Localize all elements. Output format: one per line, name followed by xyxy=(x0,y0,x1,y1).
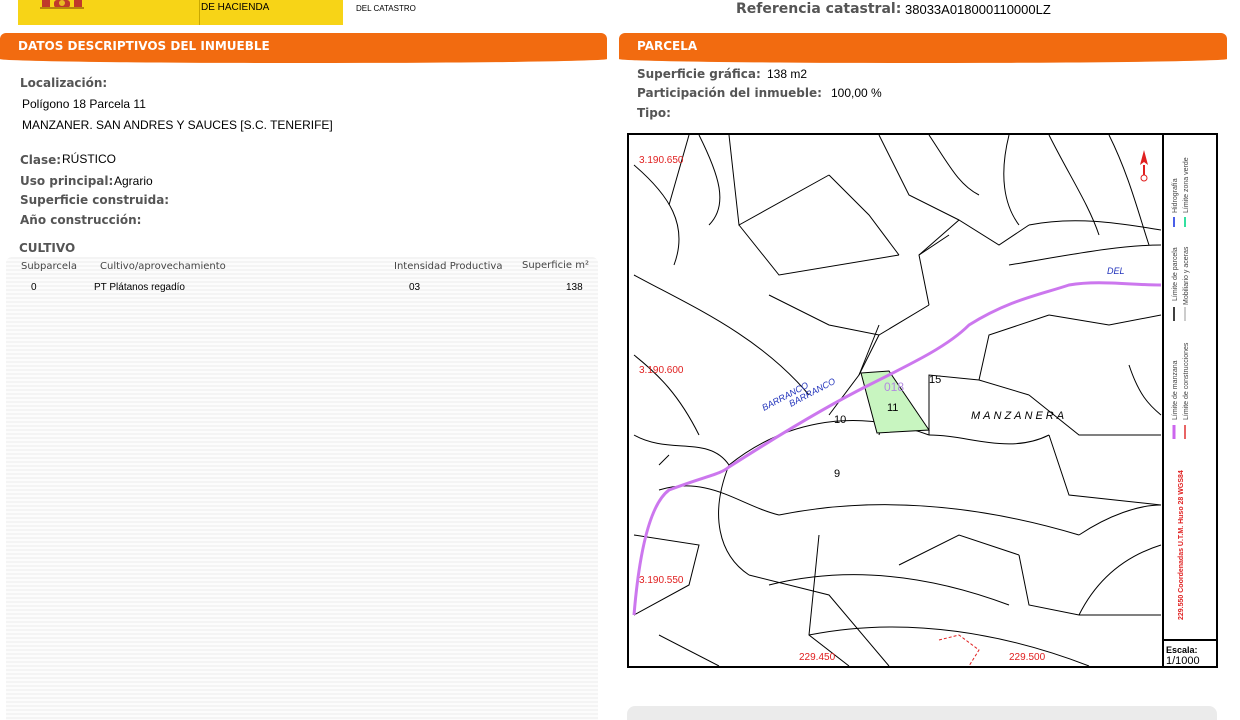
legend-mobiliario: Mobiliario y aceras xyxy=(1183,246,1190,305)
y-coord-label-2: 3.190.600 xyxy=(639,365,684,376)
y-coord-label-3: 3.190.550 xyxy=(639,575,684,586)
localizacion-line1: Polígono 18 Parcela 11 xyxy=(22,97,146,111)
cell-cultivo: PT Plátanos regadío xyxy=(94,282,185,293)
superficie-grafica-value: 138 m2 xyxy=(767,67,808,81)
anio-construccion-label: Año construcción: xyxy=(20,213,142,227)
localizacion-line2: MANZANER. SAN ANDRES Y SAUCES [S.C. TENE… xyxy=(22,118,333,132)
north-arrow-icon xyxy=(1140,150,1148,182)
scale-label: Escala: xyxy=(1166,645,1198,655)
cell-intensidad: 03 xyxy=(409,282,421,293)
table-header-subparcela: Subparcela xyxy=(21,261,77,272)
parcela-header-underline xyxy=(619,59,1227,63)
government-header-block: DE HACIENDA xyxy=(18,0,343,25)
clase-label: Clase: xyxy=(20,153,62,167)
legend-hidrografia: Hidrografía xyxy=(1172,178,1179,213)
polygon-number-label: 018 xyxy=(884,380,904,394)
block-boundary-line xyxy=(632,281,1162,616)
superficie-construida-label: Superficie construida: xyxy=(20,193,170,207)
x-coord-label-2: 229.500 xyxy=(1009,652,1046,663)
table-header-cultivo: Cultivo/aprovechamiento xyxy=(100,261,226,272)
x-coord-label-1: 229.450 xyxy=(799,652,836,663)
scale-value: 1/1000 xyxy=(1166,655,1200,667)
scale-box-divider xyxy=(1162,639,1216,641)
map-drawing: 3.190.650 3.190.600 3.190.550 229.450 22… xyxy=(632,135,1162,666)
tipo-label: Tipo: xyxy=(637,106,671,120)
cultivo-title: CULTIVO xyxy=(19,241,76,255)
map-legend: Hidrografía Límite zona verde Límite de … xyxy=(1172,157,1190,620)
table-header-superficie: Superficie m² xyxy=(522,260,589,271)
header-divider xyxy=(199,0,200,25)
y-coord-label-1: 3.190.650 xyxy=(639,155,684,166)
cell-subparcela: 0 xyxy=(31,282,37,293)
cultivo-table: Subparcela Cultivo/aprovechamiento Inten… xyxy=(6,257,598,720)
legend-construcciones: Límite de construcciones xyxy=(1183,342,1190,420)
uso-principal-value: Agrario xyxy=(114,174,153,188)
descriptive-data-header-underline xyxy=(0,59,607,63)
parcel-number-11: 11 xyxy=(887,402,898,414)
ministry-text: DE HACIENDA xyxy=(201,2,270,13)
footer-note-box xyxy=(627,706,1217,720)
cadastral-map: 3.190.650 3.190.600 3.190.550 229.450 22… xyxy=(627,133,1218,668)
parcel-number-15: 15 xyxy=(929,374,941,386)
participacion-label: Participación del inmueble: xyxy=(637,86,822,100)
reference-label: Referencia catastral: xyxy=(736,1,902,17)
reference-value: 38033A018000110000LZ xyxy=(905,2,1051,17)
legend-limite-parcela: Límite de parcela xyxy=(1172,247,1179,301)
coat-of-arms-icon xyxy=(40,0,84,9)
parcel-number-10: 10 xyxy=(834,414,846,426)
superficie-grafica-label: Superficie gráfica: xyxy=(637,67,761,81)
stream-label-3: DEL xyxy=(1107,266,1125,276)
parcel-number-9: 9 xyxy=(834,468,840,480)
legend-zona-verde: Límite zona verde xyxy=(1183,157,1190,213)
descriptive-data-header: DATOS DESCRIPTIVOS DEL INMUEBLE xyxy=(0,33,607,59)
legend-limite-manzana: Límite de manzana xyxy=(1172,360,1179,420)
construction-boundary-line xyxy=(938,634,980,666)
directorate-text: DEL CATASTRO xyxy=(356,4,416,13)
uso-principal-label: Uso principal: xyxy=(20,174,114,188)
participacion-value: 100,00 % xyxy=(831,86,882,100)
table-header-intensidad: Intensidad Productiva xyxy=(394,261,503,272)
cell-superficie: 138 xyxy=(566,282,583,293)
localizacion-label: Localización: xyxy=(20,76,108,90)
clase-value: RÚSTICO xyxy=(62,152,116,166)
parcela-header: PARCELA xyxy=(619,33,1227,59)
utm-coordinates-note: 229.550 Coordenadas U.T.M. Huso 28 WGS84 xyxy=(1178,470,1185,620)
place-name-label: MANZANERA xyxy=(971,410,1067,422)
